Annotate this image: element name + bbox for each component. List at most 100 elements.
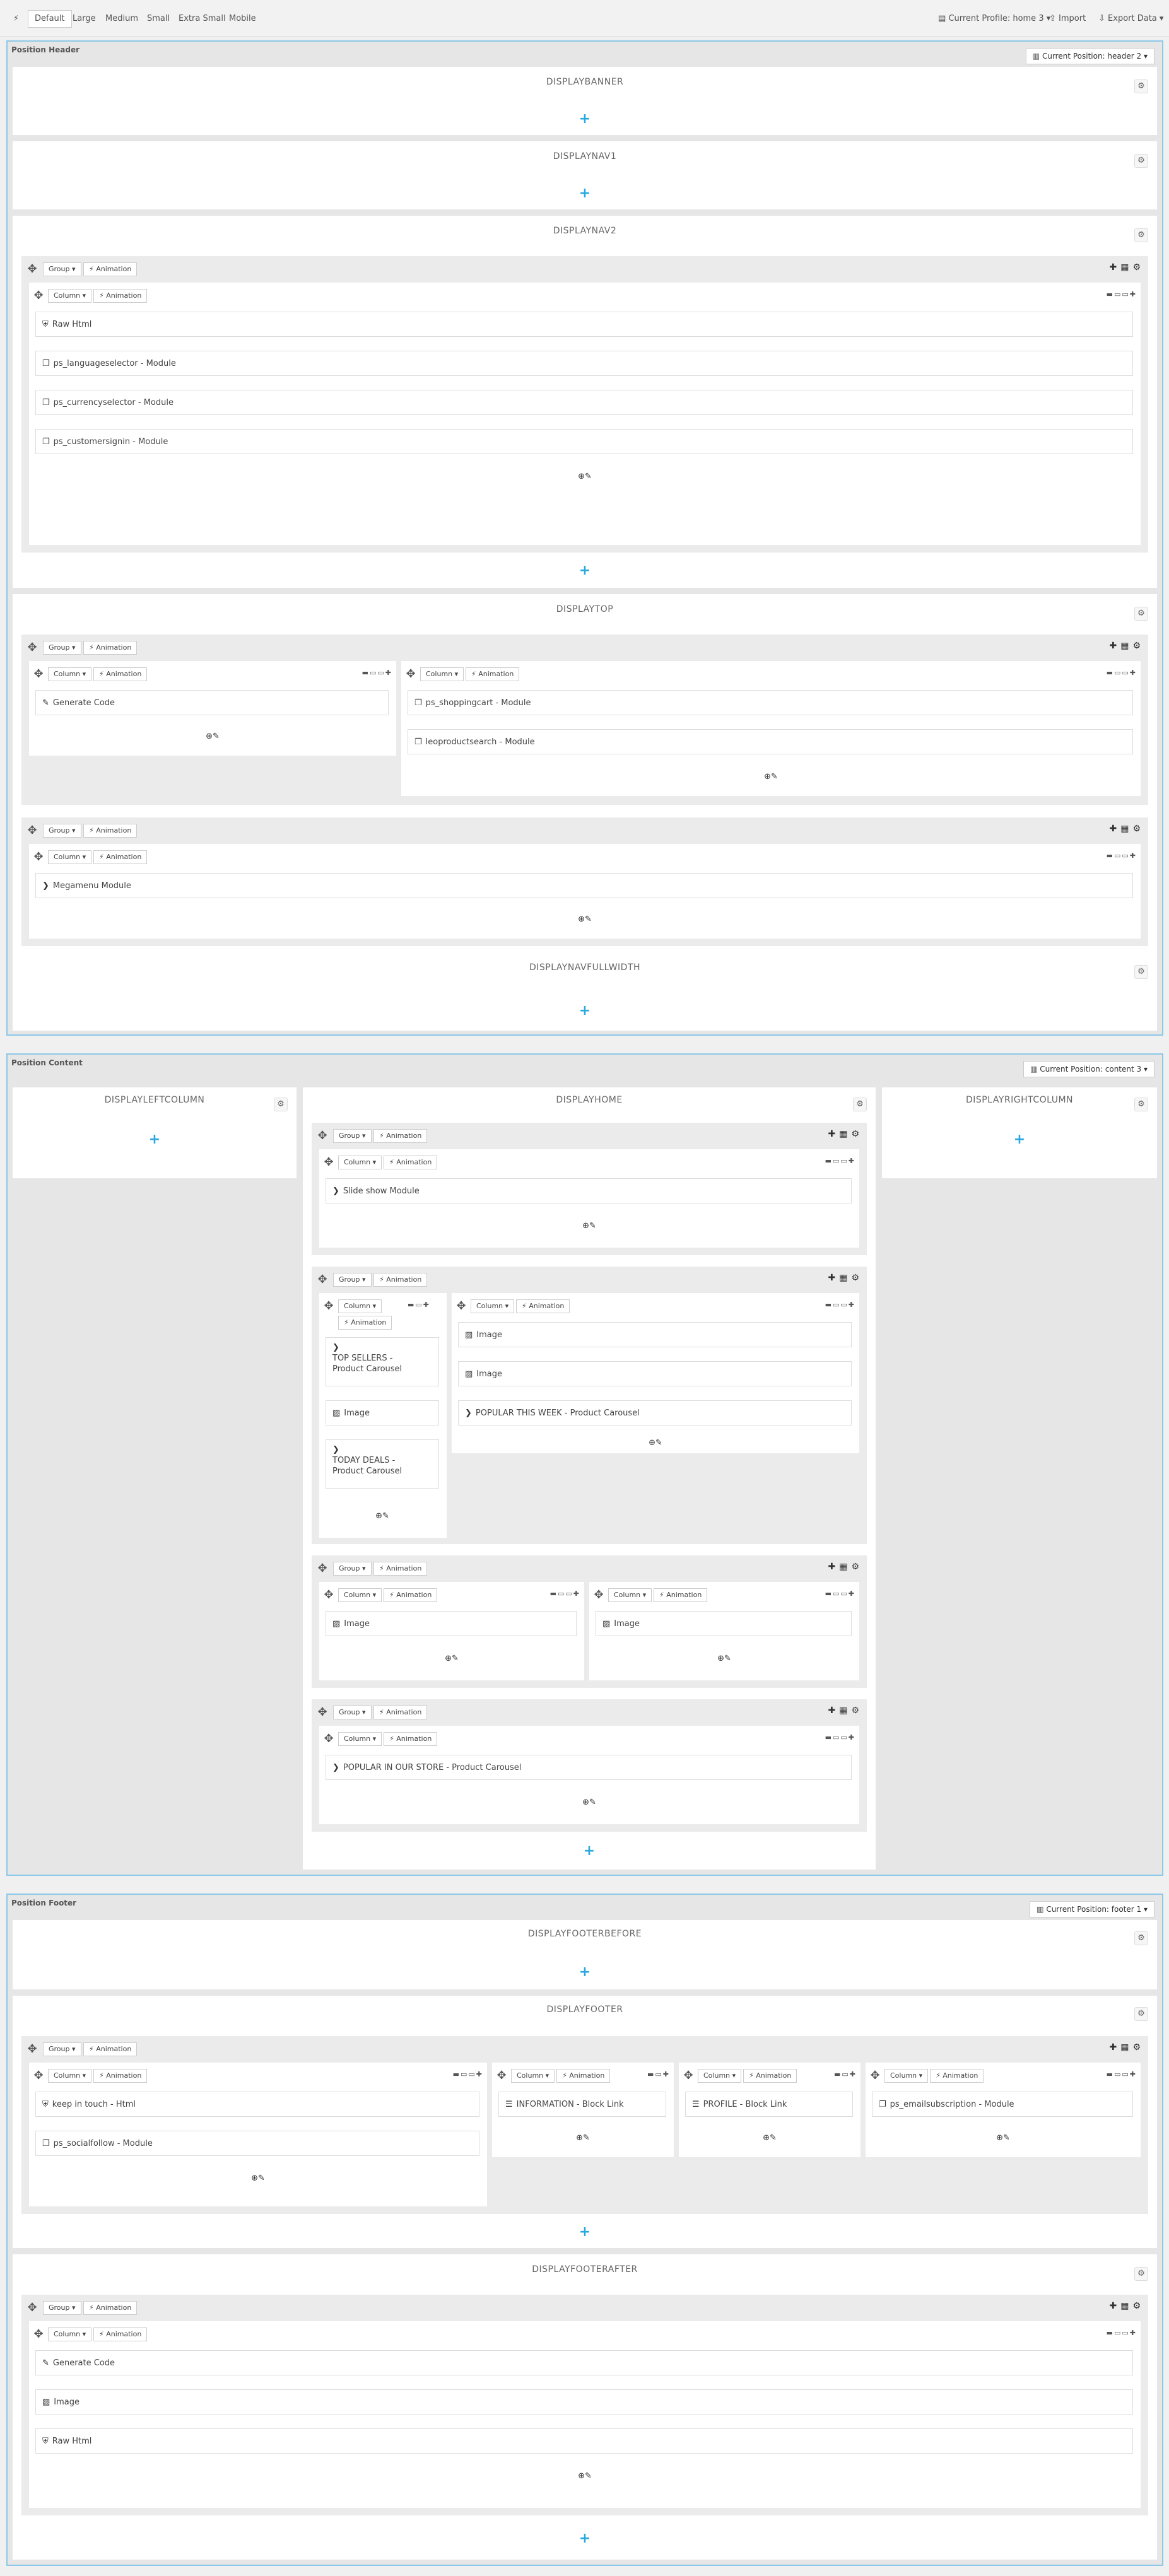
animation-button[interactable]: ⚡ Animation — [93, 2327, 148, 2341]
column-edit-icons[interactable]: ⊕✎ — [200, 732, 225, 741]
group-dropdown[interactable]: Group ▾ — [43, 2301, 81, 2315]
column-edit-icons[interactable]: ⊕✎ — [577, 1221, 602, 1231]
widget-item[interactable]: ▨ Image — [458, 1361, 852, 1386]
add-group-icon[interactable]: + — [1012, 1133, 1027, 1147]
gear-icon[interactable]: ⚙ — [274, 1098, 288, 1111]
move-icon[interactable]: ✥ — [496, 2070, 507, 2081]
move-icon[interactable]: ✥ — [593, 1590, 604, 1601]
gear-icon[interactable]: ⚙ — [1134, 2007, 1148, 2021]
widget-item[interactable]: ❐ ps_customersignin - Module — [35, 429, 1133, 454]
column-width-controls[interactable]: ▬▭▭✚ — [550, 1590, 580, 1598]
animation-button[interactable]: ⚡ Animation — [373, 1273, 428, 1287]
move-icon[interactable]: ✥ — [26, 2302, 38, 2314]
animation-button[interactable]: ⚡ Animation — [384, 1732, 438, 1746]
column-edit-icons[interactable]: ⊕✎ — [577, 1798, 602, 1807]
profile-dropdown[interactable]: ▤ Current Profile: home 3 ▾ — [931, 10, 1057, 28]
move-icon[interactable]: ✥ — [33, 2070, 44, 2081]
column-dropdown[interactable]: Column ▾ — [48, 2069, 92, 2083]
widget-item[interactable]: ☰ INFORMATION - Block Link — [498, 2092, 666, 2117]
column-edit-icons[interactable]: ⊕✎ — [758, 772, 784, 782]
widget-item[interactable]: ✎ Generate Code — [35, 2350, 1133, 2375]
gear-icon[interactable]: ⚙ — [1134, 1098, 1148, 1111]
export-button[interactable]: ⇩ Export Data ▾ — [1091, 10, 1169, 28]
gear-icon[interactable]: ⚙ — [1134, 2267, 1148, 2281]
group-dropdown[interactable]: Group ▾ — [43, 824, 81, 838]
widget-item[interactable]: ❐ leoproductsearch - Module — [408, 729, 1133, 754]
animation-button[interactable]: ⚡ Animation — [373, 1706, 428, 1719]
column-width-controls[interactable]: ▬▭▭✚ — [1107, 669, 1137, 677]
group-actions[interactable]: ✚▦⚙ — [1109, 262, 1144, 272]
column-width-controls[interactable]: ▬▭▭✚ — [453, 2070, 483, 2078]
widget-item[interactable]: ❐ ps_currencyselector - Module — [35, 390, 1133, 415]
animation-button[interactable]: ⚡ Animation — [384, 1156, 438, 1169]
column-dropdown[interactable]: Column ▾ — [338, 1732, 382, 1746]
group-dropdown[interactable]: Group ▾ — [43, 641, 81, 655]
gear-icon[interactable]: ⚙ — [1134, 228, 1148, 242]
animation-button[interactable]: ⚡ Animation — [338, 1316, 392, 1330]
group-actions[interactable]: ✚▦⚙ — [828, 1562, 863, 1572]
widget-item[interactable]: ▨ Image — [596, 1611, 852, 1636]
gear-icon[interactable]: ⚙ — [1134, 607, 1148, 621]
group-actions[interactable]: ✚▦⚙ — [1109, 824, 1144, 834]
column-edit-icons[interactable]: ⊕✎ — [643, 1438, 668, 1448]
magic-icon[interactable]: ⚡ — [6, 10, 26, 28]
move-icon[interactable]: ✥ — [323, 1733, 334, 1745]
group-actions[interactable]: ✚▦⚙ — [828, 1706, 863, 1716]
move-icon[interactable]: ✥ — [455, 1301, 467, 1312]
widget-item[interactable]: ✎ Generate Code — [35, 690, 389, 715]
column-edit-icons[interactable]: ⊕✎ — [572, 2471, 597, 2481]
move-icon[interactable]: ✥ — [869, 2070, 881, 2081]
move-icon[interactable]: ✥ — [33, 2329, 44, 2340]
column-edit-icons[interactable]: ⊕✎ — [245, 2174, 271, 2183]
widget-item[interactable]: ❯ Megamenu Module — [35, 873, 1133, 898]
size-medium[interactable]: Medium — [98, 10, 145, 28]
column-dropdown[interactable]: Column ▾ — [338, 1299, 382, 1313]
animation-button[interactable]: ⚡ Animation — [83, 2042, 138, 2056]
current-position-dropdown[interactable]: ▥ Current Position: header 2 ▾ — [1025, 48, 1154, 64]
add-group-icon[interactable]: + — [577, 112, 592, 126]
column-dropdown[interactable]: Column ▾ — [420, 667, 464, 681]
animation-button[interactable]: ⚡ Animation — [93, 667, 148, 681]
gear-icon[interactable]: ⚙ — [853, 1098, 867, 1111]
move-icon[interactable]: ✥ — [33, 669, 44, 680]
widget-item[interactable]: ❯ TOP SELLERS - Product Carousel — [326, 1337, 439, 1386]
animation-button[interactable]: ⚡ Animation — [384, 1588, 438, 1602]
animation-button[interactable]: ⚡ Animation — [83, 824, 138, 838]
column-edit-icons[interactable]: ⊕✎ — [990, 2133, 1016, 2143]
move-icon[interactable]: ✥ — [33, 852, 44, 863]
column-dropdown[interactable]: Column ▾ — [698, 2069, 742, 2083]
column-edit-icons[interactable]: ⊕✎ — [439, 1654, 464, 1663]
animation-button[interactable]: ⚡ Animation — [930, 2069, 984, 2083]
widget-item[interactable]: ▨ Image — [458, 1322, 852, 1347]
animation-button[interactable]: ⚡ Animation — [83, 262, 138, 276]
widget-item[interactable]: ☰ PROFILE - Block Link — [685, 2092, 853, 2117]
widget-item[interactable]: ▨ Image — [326, 1611, 577, 1636]
widget-item[interactable]: ❐ ps_shoppingcart - Module — [408, 690, 1133, 715]
column-edit-icons[interactable]: ⊕✎ — [572, 472, 597, 481]
add-group-icon[interactable]: + — [577, 1965, 592, 1979]
animation-button[interactable]: ⚡ Animation — [516, 1299, 570, 1313]
move-icon[interactable]: ✥ — [323, 1157, 334, 1168]
animation-button[interactable]: ⚡ Animation — [466, 667, 520, 681]
widget-item[interactable]: ❯ TODAY DEALS - Product Carousel — [326, 1439, 439, 1489]
group-actions[interactable]: ✚▦⚙ — [1109, 641, 1144, 651]
widget-item[interactable]: ⛨ keep in touch - Html — [35, 2092, 479, 2117]
column-width-controls[interactable]: ▬▭✚ — [834, 2070, 857, 2078]
column-width-controls[interactable]: ▬▭▭✚ — [362, 669, 392, 677]
group-dropdown[interactable]: Group ▾ — [333, 1706, 372, 1719]
animation-button[interactable]: ⚡ Animation — [556, 2069, 611, 2083]
column-dropdown[interactable]: Column ▾ — [338, 1156, 382, 1169]
widget-item[interactable]: ⛨ Raw Html — [35, 2428, 1133, 2454]
column-dropdown[interactable]: Column ▾ — [884, 2069, 929, 2083]
column-dropdown[interactable]: Column ▾ — [608, 1588, 652, 1602]
add-group-icon[interactable]: + — [582, 1844, 597, 1858]
gear-icon[interactable]: ⚙ — [1134, 79, 1148, 93]
animation-button[interactable]: ⚡ Animation — [373, 1129, 428, 1143]
group-actions[interactable]: ✚▦⚙ — [1109, 2042, 1144, 2052]
animation-button[interactable]: ⚡ Animation — [83, 2301, 138, 2315]
add-group-icon[interactable]: + — [577, 2225, 592, 2239]
move-icon[interactable]: ✥ — [323, 1301, 334, 1312]
move-icon[interactable]: ✥ — [317, 1130, 328, 1142]
move-icon[interactable]: ✥ — [317, 1274, 328, 1285]
column-edit-icons[interactable]: ⊕✎ — [757, 2133, 782, 2143]
